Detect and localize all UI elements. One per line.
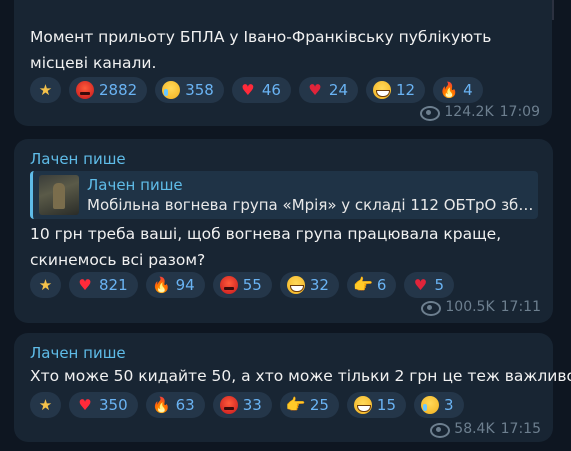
- heart-icon: ♥: [78, 276, 92, 294]
- reaction-heart[interactable]: ♥ 821: [69, 272, 138, 298]
- message-text: 10 грн треба ваші, щоб вогнева група пра…: [30, 225, 502, 269]
- view-count: 100.5K: [445, 299, 495, 315]
- angry-face-icon: [219, 396, 238, 414]
- reaction-count: 12: [396, 81, 416, 99]
- timestamp: 17:09: [499, 104, 540, 120]
- reaction-cry[interactable]: 3: [414, 392, 464, 418]
- reaction-count: 3: [444, 396, 454, 414]
- grinning-face-icon: [373, 81, 392, 99]
- fire-icon: 🔥: [152, 396, 171, 414]
- reaction-count: 25: [309, 396, 329, 414]
- reaction-count: 33: [242, 396, 262, 414]
- timestamp: 17:15: [500, 421, 541, 437]
- angry-face-icon: [219, 276, 238, 294]
- reaction-count: 24: [328, 81, 349, 99]
- reaction-count: 821: [99, 276, 128, 294]
- star-reaction-button[interactable]: ★: [30, 272, 61, 298]
- reaction-count: 94: [175, 276, 195, 294]
- reaction-cry[interactable]: 358: [155, 77, 224, 103]
- quote-thumbnail: [39, 175, 79, 215]
- message-meta: 124.2K 17:09: [420, 104, 540, 121]
- message-meta: 58.4K 17:15: [430, 421, 541, 438]
- views-eye-icon: [421, 301, 442, 316]
- reaction-angry[interactable]: 2882: [69, 77, 148, 103]
- sender-name[interactable]: Лачен пише: [30, 343, 126, 363]
- reaction-fire[interactable]: 🔥 4: [433, 77, 483, 103]
- reaction-count: 350: [99, 396, 128, 414]
- message-bubble: Лачен пише Лачен пише Мобільна вогнева г…: [14, 139, 553, 323]
- reaction-broken-heart[interactable]: ♥ 24: [298, 77, 359, 103]
- star-icon: ★: [38, 396, 53, 414]
- message-text: Хто може 50 кидайте 50, а хто може тільк…: [30, 367, 571, 385]
- reaction-count: 55: [242, 276, 262, 294]
- reaction-broken-heart[interactable]: ♥ 5: [404, 272, 455, 298]
- reaction-fire[interactable]: 🔥 63: [145, 392, 205, 418]
- view-count: 124.2K: [444, 104, 494, 120]
- timestamp: 17:11: [500, 299, 541, 315]
- reaction-count: 4: [463, 81, 473, 99]
- reaction-grin[interactable]: 12: [366, 77, 426, 103]
- broken-heart-icon: ♥: [413, 276, 428, 294]
- pointing-hand-icon: 👉: [352, 275, 373, 294]
- reactions-bar: ★ 2882 358 ♥ 46 ♥ 24 12 🔥 4: [30, 77, 483, 103]
- grinning-face-icon: [353, 396, 372, 414]
- pointing-hand-icon: 👉: [285, 395, 306, 414]
- reactions-bar: ★ ♥ 821 🔥 94 55 32 👉 6 ♥ 5: [30, 272, 455, 298]
- reaction-count: 6: [376, 276, 387, 294]
- reaction-count: 63: [175, 396, 195, 414]
- reaction-heart[interactable]: ♥ 46: [231, 77, 291, 103]
- views-eye-icon: [420, 106, 441, 121]
- star-reaction-button[interactable]: ★: [30, 77, 61, 103]
- reaction-count: 358: [185, 81, 214, 99]
- reaction-heart[interactable]: ♥ 350: [69, 392, 138, 418]
- reaction-point[interactable]: 👉 6: [346, 272, 397, 298]
- grinning-face-icon: [286, 276, 305, 294]
- broken-heart-icon: ♥: [308, 81, 322, 99]
- reaction-grin[interactable]: 32: [279, 272, 339, 298]
- sender-name[interactable]: Лачен пише: [30, 149, 126, 169]
- reaction-point[interactable]: 👉 25: [279, 392, 339, 418]
- reaction-angry[interactable]: 55: [212, 272, 272, 298]
- views-eye-icon: [430, 423, 451, 438]
- star-icon: ★: [38, 81, 53, 99]
- reaction-count: 32: [309, 276, 329, 294]
- reaction-count: 5: [434, 276, 445, 294]
- reaction-count: 46: [261, 81, 281, 99]
- crying-face-icon: [162, 81, 181, 99]
- quote-text: Мобільна вогнева група «Мрія» у складі 1…: [87, 196, 537, 214]
- crying-face-icon: [421, 396, 440, 414]
- reactions-bar: ★ ♥ 350 🔥 63 33 👉 25 15 3: [30, 392, 464, 418]
- reaction-count: 15: [376, 396, 397, 414]
- forwarded-quote[interactable]: Лачен пише Мобільна вогнева група «Мрія»…: [30, 171, 538, 219]
- reaction-fire[interactable]: 🔥 94: [145, 272, 205, 298]
- reaction-grin[interactable]: 15: [346, 392, 407, 418]
- view-count: 58.4K: [454, 421, 495, 437]
- star-reaction-button[interactable]: ★: [30, 392, 61, 418]
- heart-icon: ♥: [78, 396, 92, 414]
- reaction-count: 2882: [99, 81, 138, 99]
- message-bubble: Момент прильоту БПЛА у Івано-Франківську…: [14, 0, 552, 126]
- star-icon: ★: [38, 276, 53, 294]
- quote-sender: Лачен пише: [87, 176, 183, 194]
- fire-icon: 🔥: [152, 276, 171, 294]
- heart-icon: ♥: [241, 81, 255, 99]
- message-meta: 100.5K 17:11: [421, 299, 541, 316]
- reaction-angry[interactable]: 33: [212, 392, 272, 418]
- fire-icon: 🔥: [439, 81, 459, 99]
- message-text: Момент прильоту БПЛА у Івано-Франківську…: [30, 28, 492, 72]
- angry-face-icon: [76, 81, 94, 99]
- message-bubble: Лачен пише Хто може 50 кидайте 50, а хто…: [14, 333, 571, 442]
